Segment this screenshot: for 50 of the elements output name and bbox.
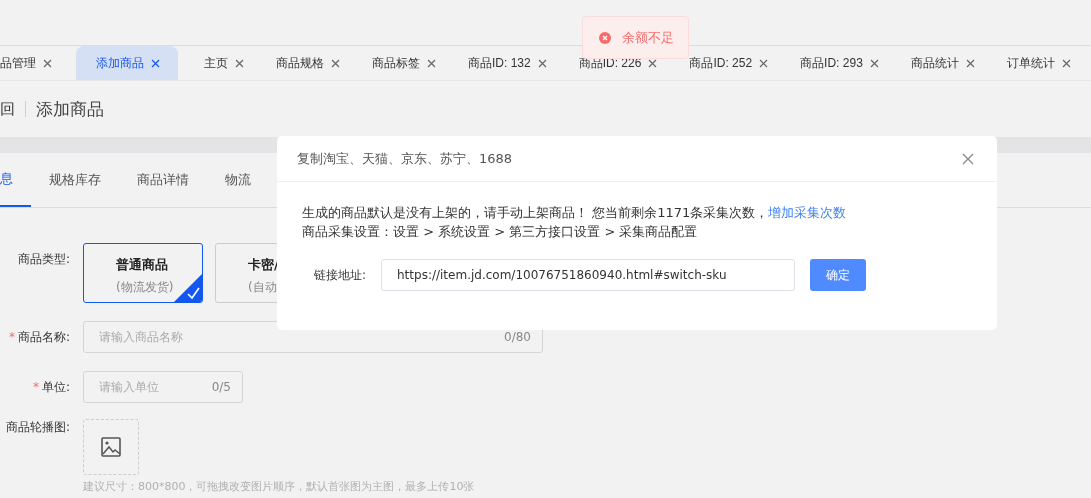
field-label: 商品轮播图: xyxy=(5,420,70,434)
field-label: 商品类型: xyxy=(17,252,70,266)
notice-text: 生成的商品默认是没有上架的，请手动上架商品！ 您当前剩余1171条采集次数，增加采集次数 xyxy=(302,204,848,222)
url-input[interactable]: https://item.jd.com/10076751860940.html#switch-sku xyxy=(381,259,795,291)
close-icon[interactable] xyxy=(537,58,547,68)
error-icon xyxy=(599,31,611,44)
required-mark: * xyxy=(32,380,39,394)
close-icon[interactable] xyxy=(331,58,340,68)
page-tab[interactable]: 商品规格 xyxy=(254,46,350,80)
section-tab[interactable]: 商品详情 xyxy=(119,153,207,207)
add-quota-link[interactable]: 增加采集次数 xyxy=(768,205,847,220)
section-tab[interactable]: 物流 xyxy=(207,153,269,207)
field-label: 单位: xyxy=(41,380,70,394)
close-icon[interactable] xyxy=(965,58,975,68)
option-subtitle: (自动 xyxy=(248,279,277,296)
close-icon[interactable] xyxy=(235,58,244,68)
check-corner-icon xyxy=(174,274,202,302)
close-icon[interactable] xyxy=(962,152,974,165)
page-tab[interactable]: 添加商品 xyxy=(76,46,178,80)
page-tab[interactable]: 品管理 xyxy=(0,46,62,80)
page-tab[interactable]: 商品ID: 252 xyxy=(667,46,779,80)
option-subtitle: (物流发货) xyxy=(116,279,174,296)
required-mark: * xyxy=(8,330,15,344)
character-count: 0/80 xyxy=(504,330,531,344)
close-icon[interactable] xyxy=(1061,58,1071,68)
page-tab[interactable]: 商品ID: 293 xyxy=(778,46,889,80)
type-option-card[interactable]: 普通商品 (物流发货) xyxy=(83,243,203,303)
close-icon[interactable] xyxy=(869,58,879,68)
field-label: 商品名称: xyxy=(17,330,70,344)
section-tab[interactable]: 息 xyxy=(0,153,31,207)
page-tab[interactable]: 订单统计 xyxy=(984,46,1081,80)
page-tab[interactable]: 商品标签 xyxy=(350,46,446,80)
close-icon[interactable] xyxy=(427,58,436,68)
image-icon xyxy=(101,437,121,457)
option-title: 普通商品 xyxy=(116,256,168,274)
settings-path-text: 商品采集设置：设置 > 系统设置 > 第三方接口设置 > 采集商品配置 xyxy=(302,223,699,241)
close-icon[interactable] xyxy=(43,58,52,68)
close-icon[interactable] xyxy=(151,58,160,68)
page-tab[interactable]: 商品统计 xyxy=(888,46,985,80)
toast-message: 余额不足 xyxy=(622,28,674,47)
page-title: 添加商品 xyxy=(36,97,104,121)
page-tab[interactable]: 主页 xyxy=(182,46,254,80)
page-tab[interactable]: 商品ID: 132 xyxy=(446,46,557,80)
character-count: 0/5 xyxy=(211,380,231,394)
close-icon[interactable] xyxy=(648,58,658,68)
back-link[interactable]: 回 xyxy=(0,99,15,119)
image-upload-box[interactable] xyxy=(83,419,139,475)
close-icon[interactable] xyxy=(759,58,769,68)
dialog-title: 复制淘宝、天猫、京东、苏宁、1688 xyxy=(297,149,513,168)
section-tab[interactable]: 规格库存 xyxy=(31,153,119,207)
